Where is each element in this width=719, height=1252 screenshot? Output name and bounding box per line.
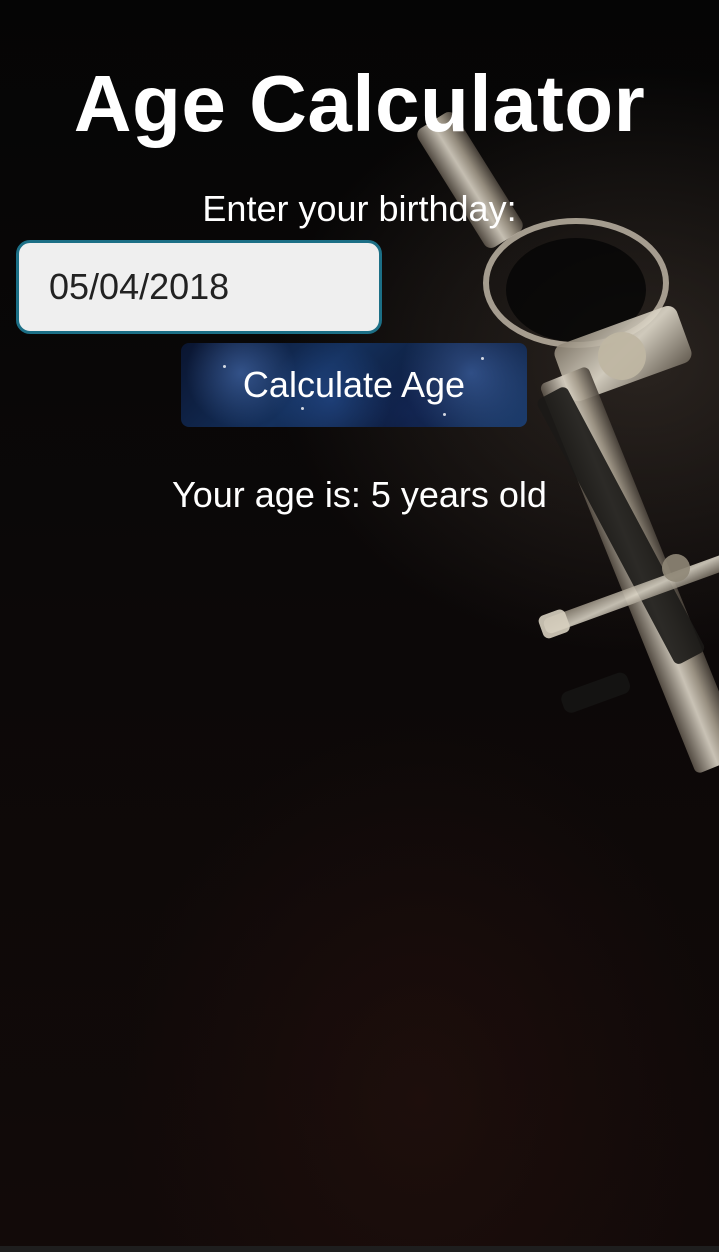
page-title: Age Calculator (73, 59, 646, 148)
calculate-age-label: Calculate Age (242, 364, 466, 405)
birthday-prompt-label: Enter your birthday: (202, 188, 517, 229)
age-result-text: Your age is: 5 years old (172, 474, 547, 515)
birthday-input[interactable] (16, 240, 382, 334)
calculate-age-button[interactable]: Calculate Age (181, 343, 527, 427)
age-calculator-screen: Age Calculator Enter your birthday: Calc… (0, 0, 719, 1252)
navigation-bar-edge (0, 1246, 719, 1252)
